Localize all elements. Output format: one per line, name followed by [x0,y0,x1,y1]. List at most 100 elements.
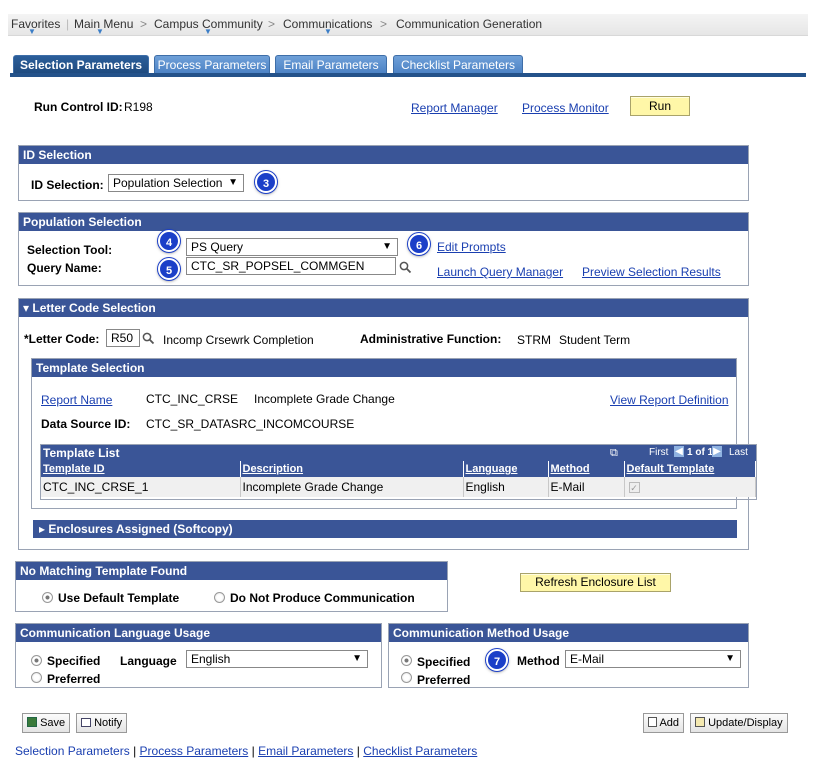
language-usage-header: Communication Language Usage [16,624,381,642]
method-value: E-Mail [570,652,605,666]
id-selection-label: ID Selection: [31,178,104,192]
dropdown-arrow-icon: ▼ [228,177,238,188]
template-table: Template ID Description Language Method … [41,461,756,497]
tab-process-parameters[interactable]: Process Parameters [154,55,270,74]
use-default-template-radio[interactable] [42,592,53,603]
letter-code-input[interactable]: R50 [106,329,140,347]
grid-last-link[interactable]: Last [729,445,748,461]
run-button[interactable]: Run [630,96,690,116]
update-display-button[interactable]: Update/Display [690,713,788,733]
tab-selection-parameters[interactable]: Selection Parameters [13,55,149,74]
footer-separator: | [356,744,360,758]
notify-button[interactable]: Notify [76,713,128,733]
language-preferred-radio[interactable] [31,672,42,683]
launch-query-manager-link[interactable]: Launch Query Manager [437,265,563,279]
admin-function-desc: Student Term [559,333,631,347]
enclosures-collapsible[interactable]: ▸ Enclosures Assigned (Softcopy) [33,520,737,538]
language-specified-radio[interactable] [31,655,42,666]
column-template-id[interactable]: Template ID [41,461,241,477]
cell-description: Incomplete Grade Change [240,477,464,497]
population-selection-header: Population Selection [19,213,748,231]
tab-email-parameters[interactable]: Email Parameters [275,55,387,74]
tab-checklist-parameters[interactable]: Checklist Parameters [393,55,523,74]
grid-zoom-icon[interactable]: ⧉ [610,445,618,461]
method-preferred-radio[interactable] [401,672,412,683]
chevron-down-icon: ▼ [96,27,104,36]
footer-email-link[interactable]: Email Parameters [258,744,353,758]
table-row: CTC_INC_CRSE_1 Incomplete Grade Change E… [41,477,756,497]
template-selection-header: Template Selection [32,359,736,377]
template-list-title: Template List [43,446,120,460]
save-label: Save [40,717,66,729]
letter-code-title: Letter Code Selection [32,301,156,315]
grid-first-link[interactable]: First [649,445,668,461]
admin-function-label: Administrative Function: [360,332,502,346]
step-badge: 3 [255,171,277,193]
letter-code-label: *Letter Code: [24,332,100,346]
method-label: Method [517,654,560,668]
dropdown-arrow-icon: ▼ [352,653,362,664]
refresh-enclosure-list-button[interactable]: Refresh Enclosure List [520,573,671,592]
search-icon[interactable] [399,261,412,274]
dropdown-arrow-icon: ▼ [725,653,735,664]
footer-process-link[interactable]: Process Parameters [140,744,249,758]
save-button[interactable]: Save [22,713,71,733]
column-description[interactable]: Description [240,461,464,477]
data-source-value: CTC_SR_DATASRC_INCOMCOURSE [146,417,355,431]
footer-separator: | [133,744,137,758]
method-select[interactable]: E-Mail ▼ [565,650,741,668]
report-manager-link[interactable]: Report Manager [411,101,498,115]
selection-tool-label: Selection Tool: [27,243,113,257]
edit-prompts-link[interactable]: Edit Prompts [437,240,506,254]
run-control-value: R198 [124,100,153,114]
add-button[interactable]: Add [643,713,685,733]
language-label: Language [120,654,177,668]
method-preferred-label: Preferred [417,673,471,687]
query-name-input[interactable]: CTC_SR_POPSEL_COMMGEN [186,257,396,275]
breadcrumb-separator: > [140,17,148,31]
cell-method: E-Mail [548,477,625,497]
notify-icon [81,718,91,727]
id-selection-header: ID Selection [19,146,748,164]
update-display-icon [695,717,705,727]
process-monitor-link[interactable]: Process Monitor [522,101,609,115]
report-name-value: CTC_INC_CRSE [146,392,239,406]
step-badge: 5 [158,258,180,280]
report-name-desc: Incomplete Grade Change [254,392,395,406]
column-default-template[interactable]: Default Template [624,461,756,477]
language-preferred-label: Preferred [47,672,101,686]
language-select[interactable]: English ▼ [186,650,368,668]
footer-links: Selection Parameters | Process Parameter… [15,744,477,758]
view-report-definition-link[interactable]: View Report Definition [610,393,729,407]
admin-function-code: STRM [517,333,551,347]
selection-tool-select[interactable]: PS Query ▼ [186,238,398,256]
update-display-label: Update/Display [708,717,783,729]
id-selection-select[interactable]: Population Selection ▼ [108,174,244,192]
letter-code-header[interactable]: ▾ Letter Code Selection [19,299,748,317]
tab-underline [10,73,806,77]
next-arrow-icon[interactable]: ▶ [712,446,722,457]
add-label: Add [659,717,680,729]
method-specified-radio[interactable] [401,655,412,666]
add-icon [648,717,657,727]
id-selection-group: ID Selection [18,145,749,201]
notify-label: Notify [94,717,123,729]
column-language[interactable]: Language [463,461,549,477]
template-list-header: Template List ⧉ First ◀ 1 of 1 ▶ Last [41,445,756,461]
search-icon[interactable] [142,332,155,345]
footer-checklist-link[interactable]: Checklist Parameters [363,744,477,758]
language-specified-label: Specified [47,654,101,668]
do-not-produce-radio[interactable] [214,592,225,603]
grid-count: 1 of 1 [687,447,714,458]
report-name-link[interactable]: Report Name [41,393,112,407]
default-template-checkbox[interactable]: ✓ [628,482,640,493]
prev-arrow-icon[interactable]: ◀ [674,446,684,457]
footer-selection-link[interactable]: Selection Parameters [15,744,130,758]
column-method[interactable]: Method [548,461,625,477]
method-usage-header: Communication Method Usage [389,624,748,642]
expand-arrow-icon: ▸ [39,522,49,536]
cell-language: English [463,477,549,497]
preview-selection-results-link[interactable]: Preview Selection Results [582,265,721,279]
dropdown-arrow-icon: ▼ [382,241,392,252]
save-icon [27,717,37,727]
